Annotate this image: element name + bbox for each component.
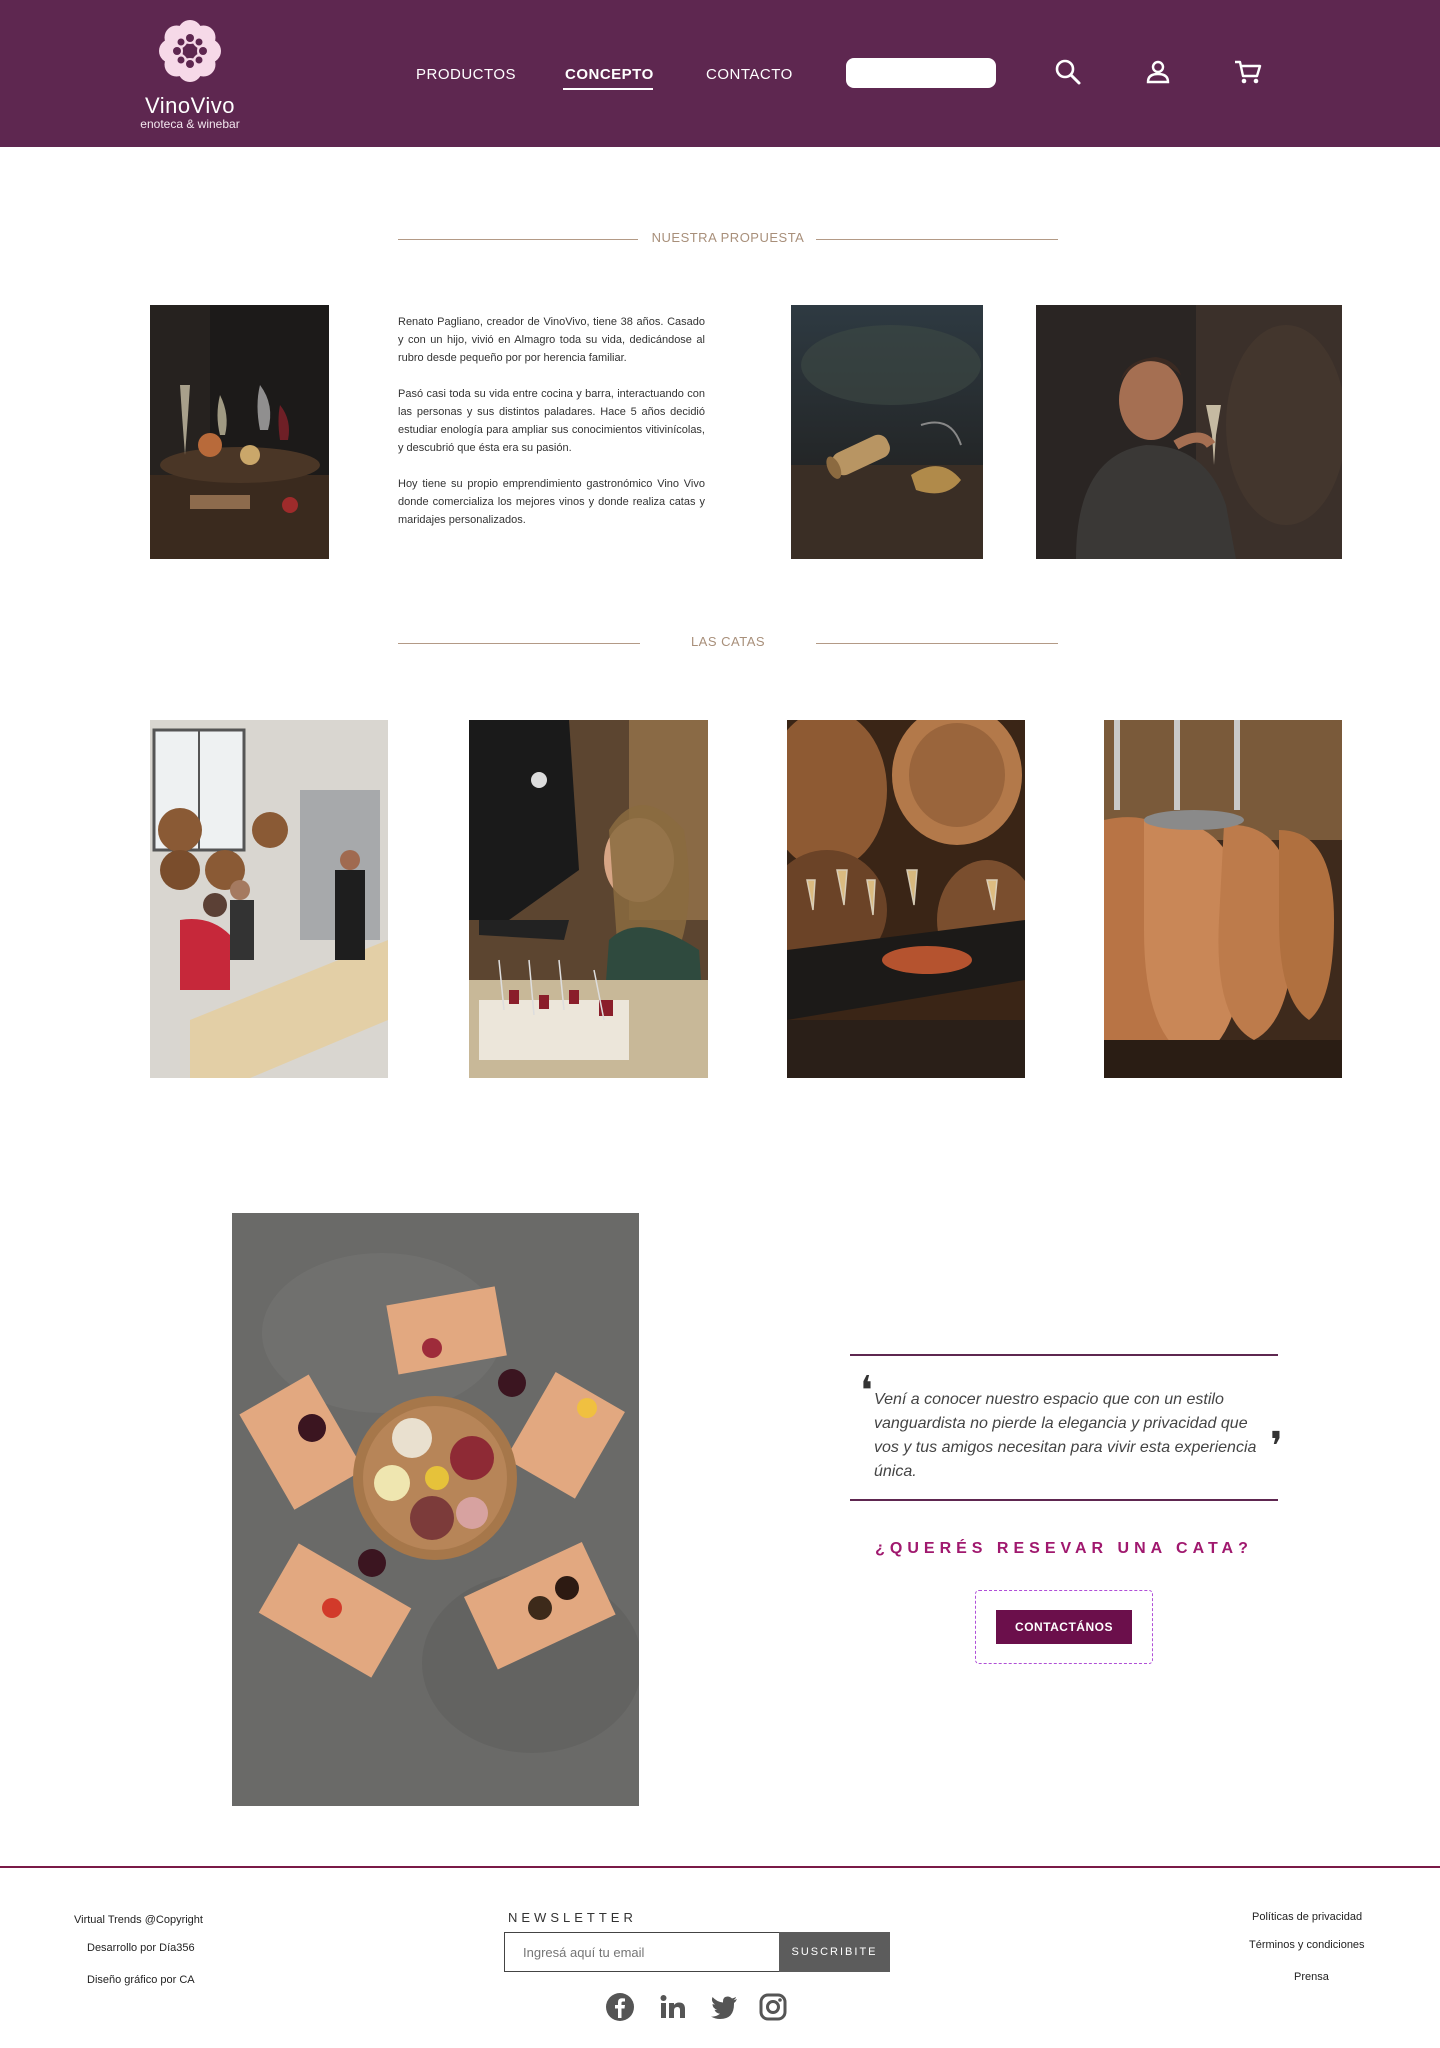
linkedin-icon[interactable] bbox=[658, 1992, 688, 2022]
footer-design-link[interactable]: Diseño gráfico por CA bbox=[87, 1974, 195, 1986]
instagram-icon[interactable] bbox=[758, 1992, 788, 2022]
photo-wine-table bbox=[150, 305, 329, 559]
flower-logo-icon bbox=[159, 20, 221, 82]
quote-text: Vení a conocer nuestro espacio que con u… bbox=[874, 1391, 1257, 1480]
facebook-icon[interactable] bbox=[605, 1992, 635, 2022]
cta-title: ¿QUERÉS RESEVAR UNA CATA? bbox=[875, 1540, 1253, 1557]
footer-dev-link[interactable]: Desarrollo por Día356 bbox=[87, 1942, 195, 1954]
nav-productos[interactable]: PRODUCTOS bbox=[416, 66, 516, 83]
nav-concepto[interactable]: CONCEPTO bbox=[565, 66, 654, 83]
quote-bottom-rule bbox=[850, 1499, 1278, 1501]
nav-active-underline bbox=[563, 88, 653, 90]
site-header: VinoVivo enoteca & winebar PRODUCTOS CON… bbox=[0, 0, 1440, 147]
about-paragraph-2: Pasó casi toda su vida entre cocina y ba… bbox=[398, 388, 705, 454]
section-title-catas: LAS CATAS bbox=[398, 634, 1058, 654]
contact-button[interactable]: CONTACTÁNOS bbox=[996, 1610, 1132, 1644]
footer-copyright-link[interactable]: Virtual Trends @Copyright bbox=[74, 1914, 203, 1926]
photo-cata-amphoras bbox=[1104, 720, 1342, 1078]
search-icon[interactable] bbox=[1052, 56, 1084, 88]
footer-rule bbox=[0, 1866, 1440, 1868]
about-paragraph-1: Renato Pagliano, creador de VinoVivo, ti… bbox=[398, 316, 705, 364]
about-text: Renato Pagliano, creador de VinoVivo, ti… bbox=[398, 313, 705, 547]
footer-terms-link[interactable]: Términos y condiciones bbox=[1249, 1939, 1365, 1951]
newsletter-email-input[interactable] bbox=[504, 1932, 779, 1972]
footer-privacy-link[interactable]: Políticas de privacidad bbox=[1252, 1911, 1362, 1923]
cart-icon[interactable] bbox=[1232, 56, 1264, 88]
photo-sommelier bbox=[1036, 305, 1342, 559]
about-paragraph-3: Hoy tiene su propio emprendimiento gastr… bbox=[398, 478, 705, 526]
section-title-propuesta: NUESTRA PROPUESTA bbox=[398, 230, 1058, 250]
newsletter-title: NEWSLETTER bbox=[508, 1910, 637, 1925]
photo-cata-room bbox=[150, 720, 388, 1078]
open-quote-icon: ❛ bbox=[860, 1368, 873, 1414]
logo[interactable]: VinoVivo enoteca & winebar bbox=[140, 18, 240, 131]
twitter-icon[interactable] bbox=[709, 1992, 739, 2022]
photo-food-platter bbox=[232, 1213, 639, 1806]
newsletter-subscribe-button[interactable]: SUSCRIBITE bbox=[779, 1932, 890, 1972]
photo-cork bbox=[791, 305, 983, 559]
footer-press-link[interactable]: Prensa bbox=[1294, 1971, 1329, 1983]
user-icon[interactable] bbox=[1142, 56, 1174, 88]
search-input[interactable] bbox=[846, 58, 996, 88]
photo-cata-pour bbox=[469, 720, 708, 1078]
quote-top-rule bbox=[850, 1354, 1278, 1356]
logo-name: VinoVivo bbox=[144, 93, 236, 118]
nav-contacto[interactable]: CONTACTO bbox=[706, 66, 793, 83]
photo-cata-barrels bbox=[787, 720, 1025, 1078]
logo-tagline: enoteca & winebar bbox=[140, 117, 240, 131]
close-quote-icon: ❜ bbox=[1270, 1424, 1283, 1470]
